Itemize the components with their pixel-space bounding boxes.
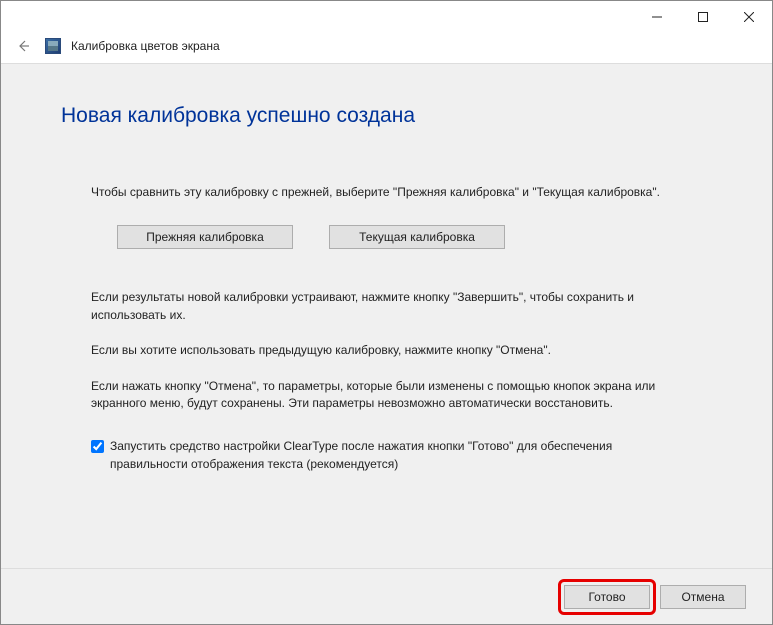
compare-intro-text: Чтобы сравнить эту калибровку с прежней,… [91, 184, 682, 201]
minimize-button[interactable] [634, 1, 680, 33]
cancel-button[interactable]: Отмена [660, 585, 746, 609]
previous-calibration-button[interactable]: Прежняя калибровка [117, 225, 293, 249]
monitor-icon [45, 38, 61, 54]
maximize-button[interactable] [680, 1, 726, 33]
calibration-wizard-window: Калибровка цветов экрана Новая калибровк… [1, 1, 772, 624]
current-calibration-button[interactable]: Текущая калибровка [329, 225, 505, 249]
done-button[interactable]: Готово [564, 585, 650, 609]
compare-buttons-row: Прежняя калибровка Текущая калибровка [117, 225, 712, 249]
close-button[interactable] [726, 1, 772, 33]
note-text: Если нажать кнопку "Отмена", то параметр… [91, 378, 682, 413]
cleartype-checkbox[interactable] [91, 440, 104, 453]
page-heading: Новая калибровка успешно создана [61, 104, 712, 128]
content-area: Новая калибровка успешно создана Чтобы с… [1, 63, 772, 568]
app-title: Калибровка цветов экрана [71, 39, 220, 53]
cancel-text: Если вы хотите использовать предыдущую к… [91, 342, 682, 359]
cleartype-checkbox-label: Запустить средство настройки ClearType п… [110, 438, 682, 473]
header: Калибровка цветов экрана [1, 33, 772, 63]
back-arrow-icon[interactable] [11, 34, 35, 58]
titlebar [1, 1, 772, 33]
cleartype-checkbox-row[interactable]: Запустить средство настройки ClearType п… [91, 438, 682, 473]
finish-text: Если результаты новой калибровки устраив… [91, 289, 682, 324]
footer: Готово Отмена [1, 568, 772, 624]
